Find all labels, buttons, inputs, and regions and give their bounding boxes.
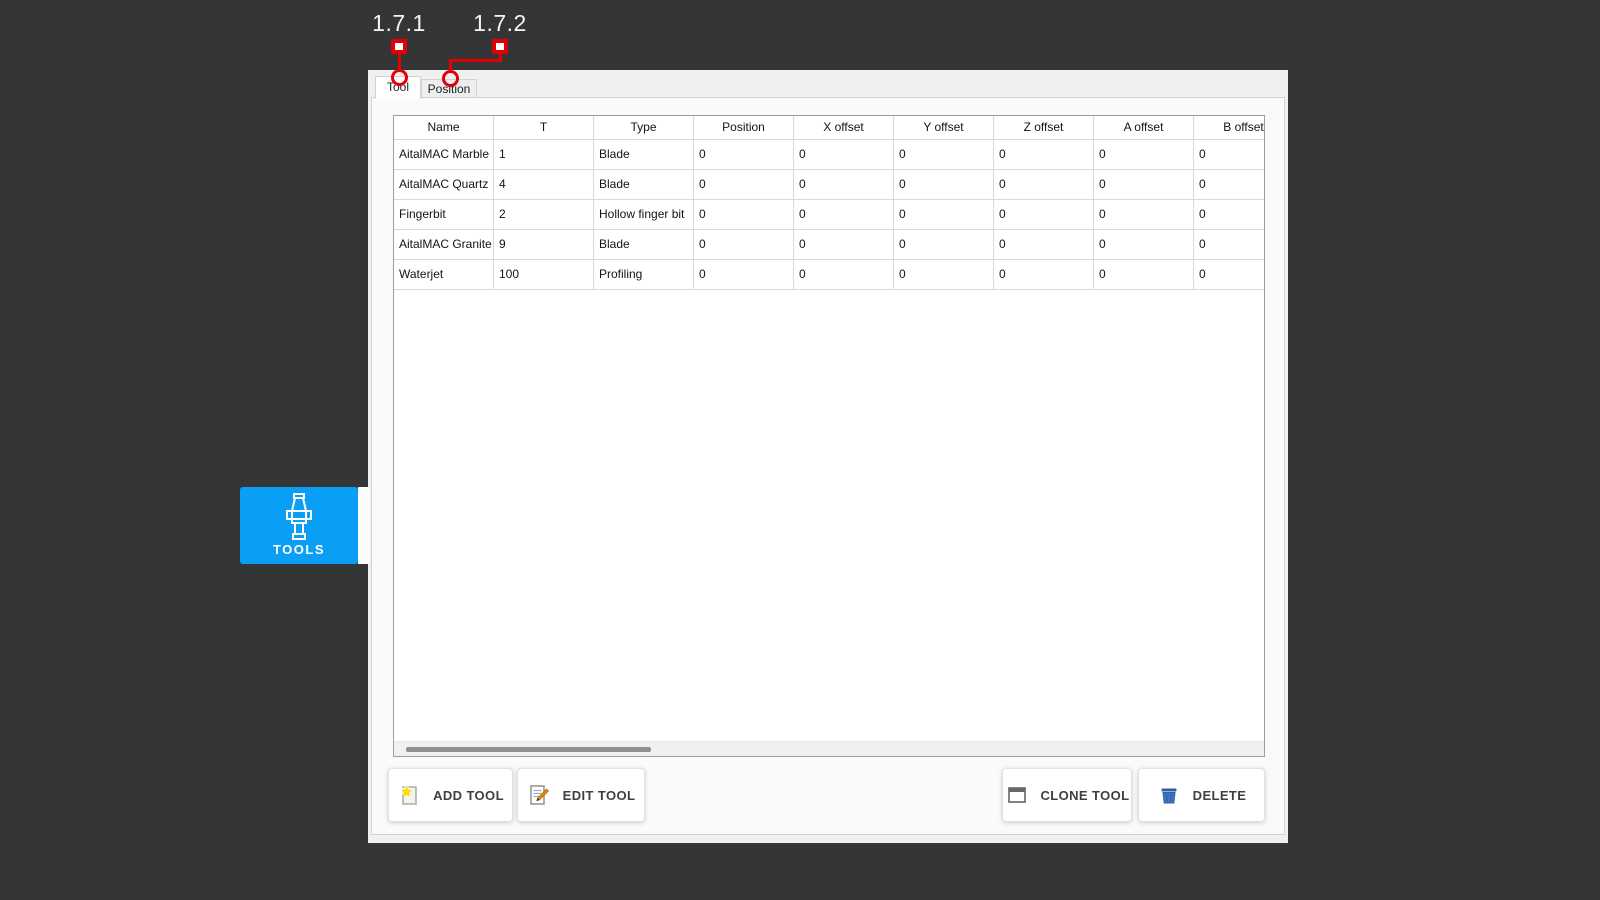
column-header-position[interactable]: Position [694,116,794,139]
table-cell[interactable]: 0 [1194,260,1265,289]
cnc-tool-holder-icon [280,493,318,541]
table-cell[interactable]: 0 [894,230,994,259]
table-cell[interactable]: 0 [694,140,794,169]
annotation-label-2: 1.7.2 [460,10,540,37]
edit-tool-label: EDIT TOOL [563,788,636,803]
table-row[interactable]: Fingerbit2Hollow finger bit000000 [394,200,1265,230]
table-cell[interactable]: 0 [894,200,994,229]
table-cell[interactable]: Blade [594,140,694,169]
table-cell[interactable]: 0 [994,140,1094,169]
tools-button-label: TOOLS [240,542,358,557]
table-cell[interactable]: Blade [594,170,694,199]
table-cell[interactable]: 2 [494,200,594,229]
table-cell[interactable]: 0 [894,170,994,199]
table-cell[interactable]: 0 [1094,260,1194,289]
table-cell[interactable]: 0 [794,200,894,229]
annotation-label-1: 1.7.1 [359,10,439,37]
table-cell[interactable]: 0 [794,170,894,199]
edit-document-pencil-icon [527,783,551,807]
delete-button[interactable]: DELETE [1138,768,1265,822]
table-cell[interactable]: Waterjet [394,260,494,289]
table-cell[interactable]: 0 [894,140,994,169]
clone-tool-label: CLONE TOOL [1041,788,1130,803]
table-cell[interactable]: 0 [694,230,794,259]
column-header-type[interactable]: Type [594,116,694,139]
table-cell[interactable]: 1 [494,140,594,169]
table-cell[interactable]: 0 [1194,170,1265,199]
table-cell[interactable]: Fingerbit [394,200,494,229]
column-header-a-offset[interactable]: A offset [1094,116,1194,139]
column-header-z-offset[interactable]: Z offset [994,116,1094,139]
column-header-t[interactable]: T [494,116,594,139]
horizontal-scrollbar[interactable] [394,741,1264,756]
tools-sidebar-button[interactable]: TOOLS [240,487,358,564]
table-cell[interactable]: AitalMAC Granite [394,230,494,259]
screen: 1.7.1 1.7.2 Tool Position NameTTypePosit… [0,0,1600,900]
table-cell[interactable]: 0 [794,230,894,259]
table-cell[interactable]: 9 [494,230,594,259]
table-cell[interactable]: 0 [794,260,894,289]
edit-tool-button[interactable]: EDIT TOOL [517,768,645,822]
table-cell[interactable]: 0 [1194,200,1265,229]
table-cell[interactable]: 0 [794,140,894,169]
table-cell[interactable]: 0 [694,170,794,199]
table-cell[interactable]: 0 [1094,170,1194,199]
table-row[interactable]: Waterjet100Profiling000000 [394,260,1265,290]
delete-label: DELETE [1193,788,1247,803]
table-cell[interactable]: 0 [994,170,1094,199]
clone-tool-button[interactable]: CLONE TOOL [1002,768,1132,822]
table-row[interactable]: AitalMAC Quartz4Blade000000 [394,170,1265,200]
table-cell[interactable]: Blade [594,230,694,259]
clone-window-icon [1005,783,1029,807]
table-cell[interactable]: 0 [994,230,1094,259]
column-header-x-offset[interactable]: X offset [794,116,894,139]
annotation-square-2 [492,39,508,54]
table-cell[interactable]: 0 [694,260,794,289]
table-cell[interactable]: 0 [994,260,1094,289]
table-cell[interactable]: 0 [1194,230,1265,259]
table-header-row: NameTTypePositionX offsetY offsetZ offse… [394,116,1265,140]
table-body: AitalMAC Marble1Blade000000AitalMAC Quar… [394,140,1265,290]
table-row[interactable]: AitalMAC Granite9Blade000000 [394,230,1265,260]
table-cell[interactable]: 0 [894,260,994,289]
table-cell[interactable]: AitalMAC Quartz [394,170,494,199]
add-tool-label: ADD TOOL [433,788,504,803]
table-row[interactable]: AitalMAC Marble1Blade000000 [394,140,1265,170]
annotation-circle-2 [442,70,459,87]
table-cell[interactable]: 0 [1194,140,1265,169]
scrollbar-thumb[interactable] [406,747,651,752]
table-cell[interactable]: AitalMAC Marble [394,140,494,169]
column-header-y-offset[interactable]: Y offset [894,116,994,139]
table-cell[interactable]: 0 [1094,200,1194,229]
table-cell[interactable]: Hollow finger bit [594,200,694,229]
table-cell[interactable]: 100 [494,260,594,289]
table-cell[interactable]: 0 [994,200,1094,229]
trash-icon [1157,783,1181,807]
table-cell[interactable]: 0 [1094,230,1194,259]
annotation-square-1 [391,39,407,54]
annotation-circle-1 [391,69,408,86]
add-tool-button[interactable]: ADD TOOL [388,768,513,822]
tools-button-bridge [358,487,370,564]
table-cell[interactable]: Profiling [594,260,694,289]
table-cell[interactable]: 0 [1094,140,1194,169]
column-header-b-offset[interactable]: B offset [1194,116,1265,139]
table-cell[interactable]: 4 [494,170,594,199]
column-header-name[interactable]: Name [394,116,494,139]
tools-table: NameTTypePositionX offsetY offsetZ offse… [393,115,1265,757]
annotation-connector-2b [449,59,502,62]
table-cell[interactable]: 0 [694,200,794,229]
new-document-star-icon [397,783,421,807]
